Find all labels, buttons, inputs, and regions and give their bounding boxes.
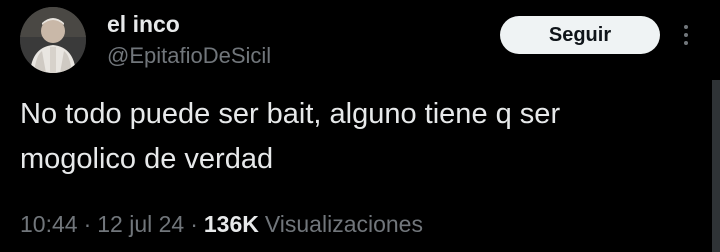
tweet-text-line: mogolico de verdad: [20, 143, 274, 175]
more-dot: [684, 41, 688, 45]
more-dot: [684, 25, 688, 29]
scrollbar[interactable]: [712, 80, 720, 252]
author-display-name[interactable]: el inco: [107, 10, 180, 38]
views-label: Visualizaciones: [264, 211, 423, 237]
more-vertical-icon[interactable]: [676, 20, 696, 50]
views-count: 136K: [203, 211, 259, 237]
tweet-text: No todo puede ser bait, alguno tiene q s…: [20, 92, 680, 182]
tweet-time[interactable]: 10:44: [20, 209, 78, 239]
avatar[interactable]: [20, 7, 86, 73]
follow-button[interactable]: Seguir: [500, 16, 660, 54]
author-handle[interactable]: @EpitafioDeSicil: [107, 42, 271, 70]
meta-separator: ·: [83, 211, 92, 237]
tweet-card: el inco @EpitafioDeSicil Seguir No todo …: [0, 0, 720, 252]
meta-separator: ·: [190, 211, 198, 237]
avatar-image: [20, 7, 86, 73]
more-dot: [684, 33, 688, 37]
tweet-text-line: No todo puede ser bait, alguno tiene q s…: [20, 98, 561, 130]
tweet-meta: 10:44 · 12 jul 24 · 136K Visualizaciones: [20, 209, 423, 239]
tweet-date[interactable]: 12 jul 24: [97, 209, 184, 239]
